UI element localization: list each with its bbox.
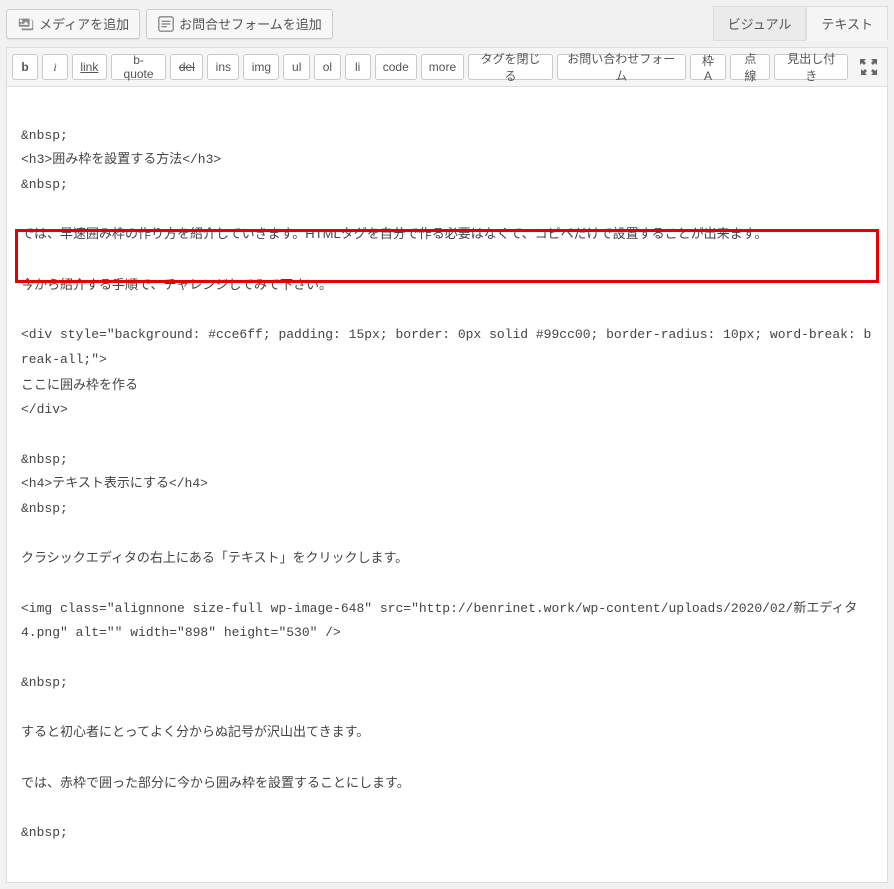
code-line: &nbsp; (21, 128, 68, 143)
qt-ins-button[interactable]: ins (207, 54, 239, 80)
code-line: &nbsp; (21, 177, 68, 192)
qt-bquote-button[interactable]: b-quote (111, 54, 167, 80)
code-line: 今から紹介する手順で、チャレンジしてみて下さい。 (21, 277, 332, 292)
media-icon (17, 15, 35, 33)
qt-italic-button[interactable]: i (42, 54, 68, 80)
qt-heading-frame-button[interactable]: 見出し付き (774, 54, 848, 80)
add-media-button[interactable]: メディアを追加 (6, 9, 140, 39)
code-line: クラシックエディタの右上にある「テキスト」をクリックします。 (21, 550, 408, 565)
code-line: &nbsp; (21, 825, 68, 840)
code-line: <h3>囲み枠を設置する方法</h3> (21, 152, 221, 167)
code-line: では、早速囲み枠の作り方を紹介していきます。HTMLタグを自分で作る必要はなくて… (21, 226, 767, 241)
tab-text[interactable]: テキスト (806, 6, 888, 41)
qt-bold-button[interactable]: b (12, 54, 38, 80)
top-toolbar: メディアを追加 お問合せフォームを追加 ビジュアル テキスト (6, 6, 888, 41)
code-line: <div style="background: #cce6ff; padding… (21, 327, 871, 367)
add-media-label: メディアを追加 (39, 14, 129, 33)
qt-close-tags-button[interactable]: タグを閉じる (468, 54, 553, 80)
editor-textarea[interactable]: &nbsp; <h3>囲み枠を設置する方法</h3> &nbsp; では、早速囲… (6, 86, 888, 883)
qt-frame-a-button[interactable]: 枠A (690, 54, 727, 80)
qt-ul-button[interactable]: ul (283, 54, 310, 80)
fullscreen-icon (859, 57, 879, 77)
code-line: &nbsp; (21, 452, 68, 467)
qt-contact-form-button[interactable]: お問い合わせフォーム (557, 54, 686, 80)
code-line: では、赤枠で囲った部分に今から囲み枠を設置することにします。 (21, 775, 410, 790)
qt-code-button[interactable]: code (375, 54, 417, 80)
qt-ol-button[interactable]: ol (314, 54, 341, 80)
quicktags-toolbar: b i link b-quote del ins img ul ol li co… (6, 47, 888, 86)
qt-dotted-button[interactable]: 点線 (730, 54, 770, 80)
code-line: &nbsp; (21, 675, 68, 690)
editor-tabs: ビジュアル テキスト (713, 6, 888, 41)
code-line: <img class="alignnone size-full wp-image… (21, 601, 857, 641)
qt-del-button[interactable]: del (170, 54, 203, 80)
code-line: </div> (21, 402, 68, 417)
qt-li-button[interactable]: li (345, 54, 371, 80)
code-line: すると初心者にとってよく分からぬ記号が沢山出てきます。 (21, 724, 369, 739)
add-contact-form-label: お問合せフォームを追加 (179, 14, 322, 33)
code-line: &nbsp; (21, 501, 68, 516)
code-line: ここに囲み枠を作る (21, 377, 138, 392)
tab-visual[interactable]: ビジュアル (713, 6, 807, 41)
code-line: <h4>テキスト表示にする</h4> (21, 476, 208, 491)
form-icon (157, 15, 175, 33)
qt-img-button[interactable]: img (243, 54, 279, 80)
qt-more-button[interactable]: more (421, 54, 464, 80)
qt-link-button[interactable]: link (72, 54, 107, 80)
add-contact-form-button[interactable]: お問合せフォームを追加 (146, 9, 333, 39)
fullscreen-button[interactable] (856, 53, 882, 81)
